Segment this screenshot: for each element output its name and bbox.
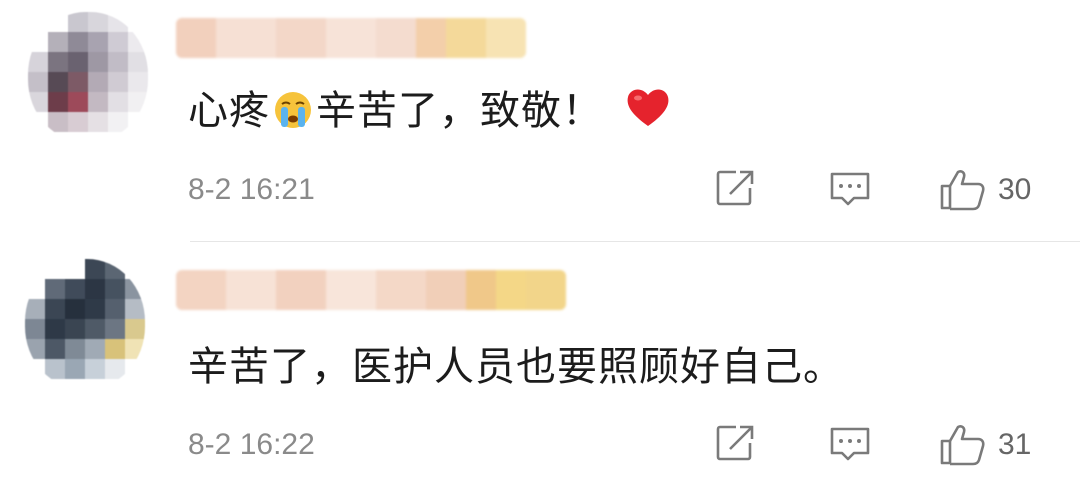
thumbs-up-icon xyxy=(940,170,985,211)
share-icon xyxy=(716,170,754,206)
comment-text: 心疼 辛苦了，致敬！ xyxy=(188,86,671,136)
red-heart-icon xyxy=(627,89,669,126)
comment-icon xyxy=(830,172,870,206)
share-button[interactable] xyxy=(714,423,758,463)
like-button[interactable]: 31 xyxy=(938,423,1031,467)
comment-item: 辛苦了，医护人员也要照顾好自己。 8-2 16:22 31 xyxy=(0,243,1080,492)
username[interactable] xyxy=(176,18,526,58)
avatar[interactable] xyxy=(25,259,145,389)
comment-time: 8-2 16:22 xyxy=(188,428,315,461)
comment-item: 心疼 辛苦了，致敬！ 8-2 16:21 30 xyxy=(0,0,1080,242)
share-icon xyxy=(716,425,754,461)
like-button[interactable]: 30 xyxy=(938,168,1031,212)
divider xyxy=(190,241,1080,242)
comment-text-part: 辛苦了，致敬！ xyxy=(316,88,603,134)
comment-icon xyxy=(830,427,870,461)
username[interactable] xyxy=(176,270,566,310)
like-count: 31 xyxy=(998,428,1032,461)
comment-text: 辛苦了，医护人员也要照顾好自己。 xyxy=(188,344,844,390)
avatar[interactable] xyxy=(28,12,148,142)
comment-text-part: 心疼 xyxy=(188,88,270,134)
reply-button[interactable] xyxy=(828,168,872,208)
share-button[interactable] xyxy=(714,168,758,208)
reply-button[interactable] xyxy=(828,423,872,463)
comment-time: 8-2 16:21 xyxy=(188,173,315,206)
crying-face-icon xyxy=(275,92,311,128)
thumbs-up-icon xyxy=(940,425,985,466)
like-count: 30 xyxy=(998,173,1032,206)
